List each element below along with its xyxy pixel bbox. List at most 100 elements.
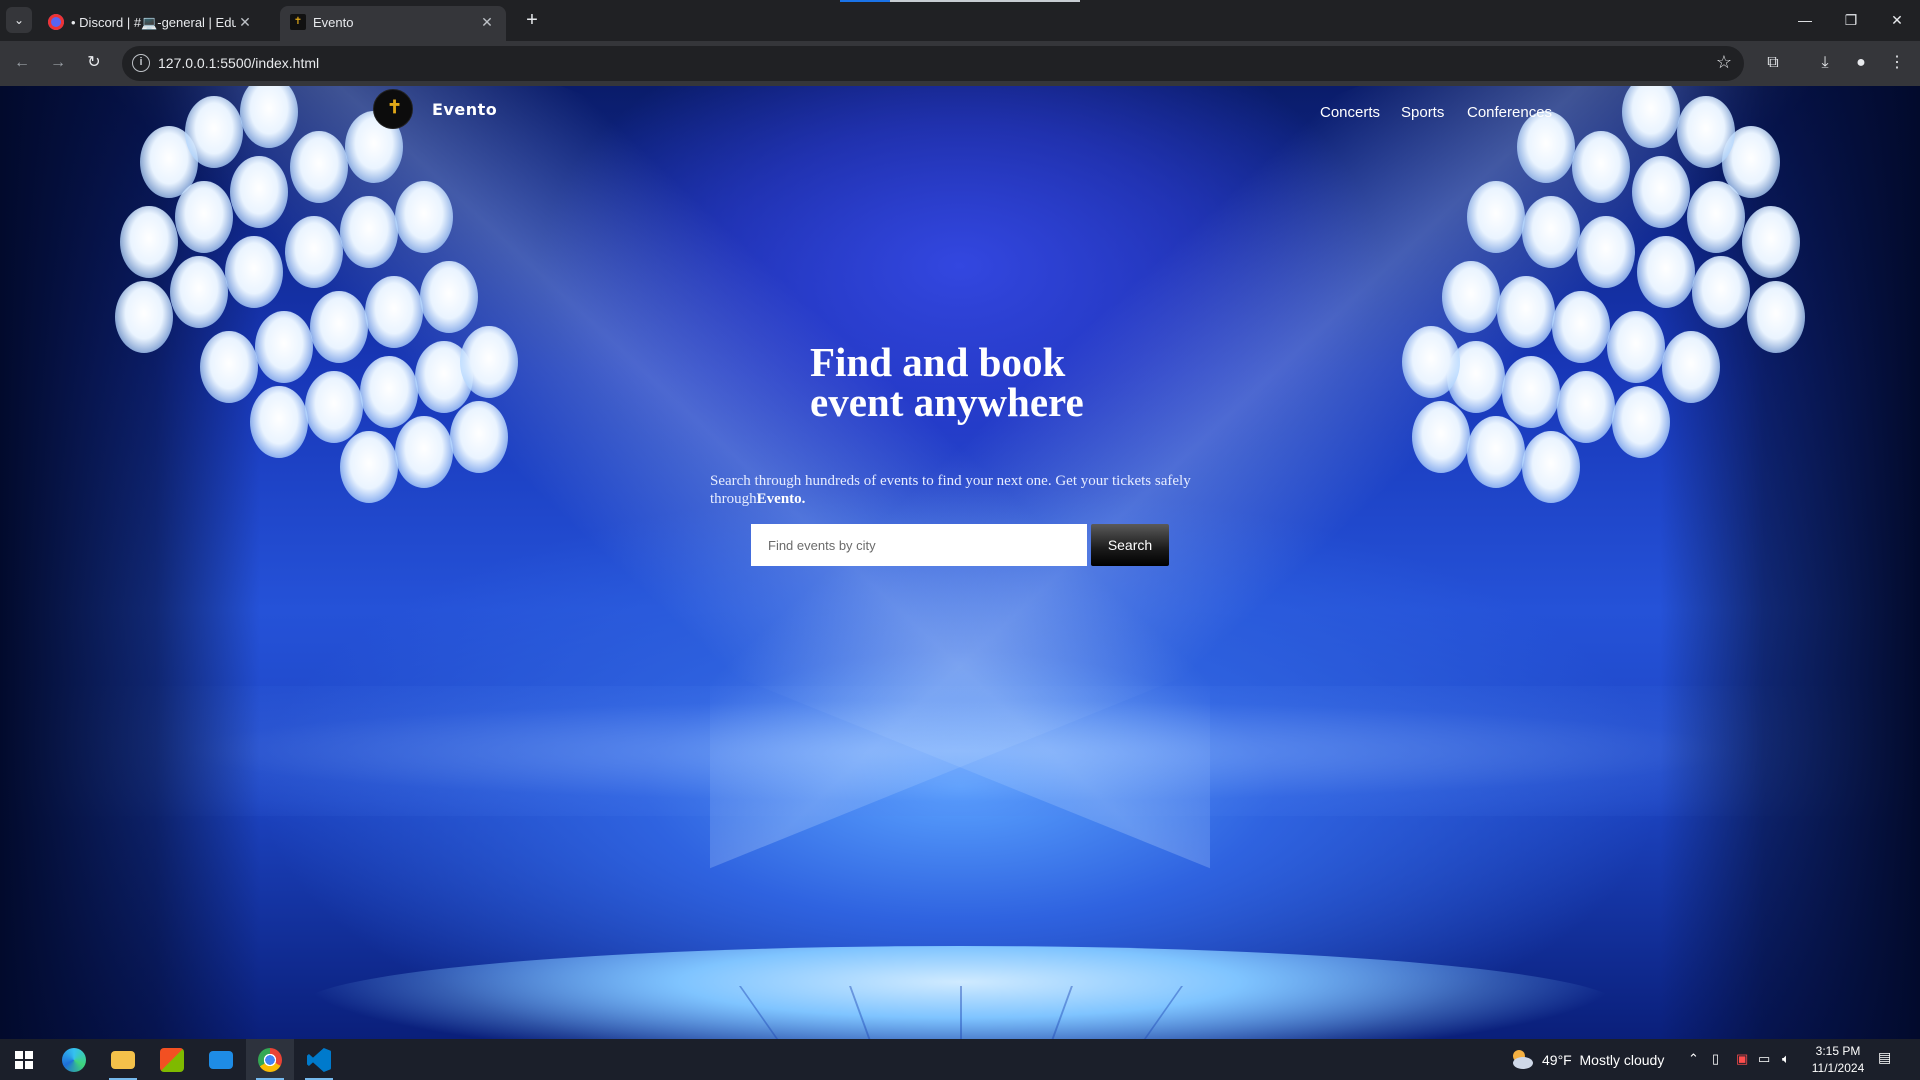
stadium-light — [225, 236, 283, 308]
stadium-light — [1402, 326, 1460, 398]
address-bar[interactable]: i 127.0.0.1:5500/index.html ☆ — [122, 46, 1744, 81]
tab-search-icon[interactable]: ⌄ — [6, 7, 32, 33]
close-window-icon[interactable]: ✕ — [1874, 0, 1920, 41]
minimize-icon[interactable]: — — [1782, 0, 1828, 41]
vscode-app[interactable] — [295, 1039, 343, 1080]
profile-icon[interactable]: ● — [1848, 50, 1874, 76]
tab-evento[interactable]: ✝ Evento ✕ — [280, 6, 506, 41]
stadium-light — [360, 356, 418, 428]
system-clock[interactable]: 3:15 PM 11/1/2024 — [1810, 1043, 1866, 1077]
window-controls: — ❐ ✕ — [1782, 0, 1920, 41]
stadium-light — [450, 401, 508, 473]
forward-icon[interactable]: → — [44, 49, 72, 77]
logo-cross-icon: ✝ — [387, 97, 403, 117]
extensions-icon[interactable]: ⧉ — [1760, 50, 1786, 76]
mail-app[interactable] — [197, 1039, 245, 1080]
volume-icon[interactable]: 🔈︎ — [1782, 1051, 1790, 1067]
tab-discord[interactable]: • Discord | #💻-general | Edute ✕ — [38, 6, 264, 41]
stadium-light — [175, 181, 233, 253]
weather-readout[interactable]: 49°F Mostly cloudy — [1542, 1052, 1664, 1068]
nav-sports[interactable]: Sports — [1401, 104, 1444, 121]
restore-icon[interactable]: ❐ — [1828, 0, 1874, 41]
stadium-light — [170, 256, 228, 328]
stadium-light — [1687, 181, 1745, 253]
nav-conferences[interactable]: Conferences — [1467, 104, 1552, 121]
site-info-icon[interactable]: i — [132, 54, 150, 72]
folder-icon — [111, 1051, 135, 1069]
stadium-light — [395, 416, 453, 488]
back-icon[interactable]: ← — [8, 49, 36, 77]
evento-favicon-icon: ✝ — [290, 14, 306, 30]
stadium-light — [1502, 356, 1560, 428]
floor-line — [960, 986, 962, 1039]
store-bag-icon — [160, 1048, 184, 1072]
tray-overflow-icon[interactable]: ⌃ — [1688, 1051, 1699, 1067]
stadium-light — [310, 291, 368, 363]
browser-toolbar: ← → ↻ i 127.0.0.1:5500/index.html ☆ ⧉ ⤓ … — [0, 41, 1920, 86]
city-search-input[interactable] — [751, 524, 1087, 566]
chrome-app[interactable] — [246, 1039, 294, 1080]
nav-concerts[interactable]: Concerts — [1320, 104, 1380, 121]
hero-subtitle-brand: Evento. — [756, 491, 806, 507]
browser-tab-strip: ⌄ • Discord | #💻-general | Edute ✕ ✝ Eve… — [0, 0, 1920, 41]
bookmark-star-icon[interactable]: ☆ — [1716, 52, 1732, 73]
stadium-light — [1442, 261, 1500, 333]
chrome-icon — [258, 1048, 282, 1072]
stadium-light — [290, 131, 348, 203]
hero-title-line-2: event anywhere — [810, 379, 1084, 425]
stadium-light — [200, 331, 258, 403]
stadium-light — [1522, 196, 1580, 268]
hero-title: Find and book event anywhere — [810, 342, 1170, 425]
stadium-light — [115, 281, 173, 353]
stadium-light — [460, 326, 518, 398]
reload-icon[interactable]: ↻ — [80, 49, 108, 77]
network-icon[interactable]: ▭ — [1758, 1051, 1770, 1067]
weather-temp: 49°F — [1542, 1052, 1572, 1068]
stadium-light — [1747, 281, 1805, 353]
stadium-light — [1632, 156, 1690, 228]
menu-kebab-icon[interactable]: ⋮ — [1884, 50, 1910, 76]
tray-security-icon[interactable]: ▣ — [1736, 1051, 1748, 1067]
stadium-light — [255, 311, 313, 383]
weather-condition: Mostly cloudy — [1579, 1052, 1665, 1068]
stadium-light — [230, 156, 288, 228]
stadium-light — [365, 276, 423, 348]
page-viewport: ✝ Evento Concerts Sports Conferences Fin… — [0, 86, 1920, 1039]
tray-device-icon[interactable]: ▯ — [1712, 1051, 1719, 1067]
store-app[interactable] — [148, 1039, 196, 1080]
new-tab-button[interactable]: + — [520, 8, 544, 32]
stadium-light — [1572, 131, 1630, 203]
clock-date: 11/1/2024 — [1811, 1061, 1865, 1075]
hero-subtitle: Search through hundreds of events to fin… — [710, 472, 1210, 508]
stadium-light — [285, 216, 343, 288]
stadium-light — [120, 206, 178, 278]
clock-time: 3:15 PM — [1815, 1044, 1861, 1058]
evento-logo[interactable]: ✝ — [373, 89, 413, 129]
notification-center-icon[interactable]: ▤ — [1878, 1049, 1900, 1069]
stadium-light — [1637, 236, 1695, 308]
close-tab-icon[interactable]: ✕ — [236, 13, 254, 31]
mail-envelope-icon — [209, 1051, 233, 1069]
url-text[interactable]: 127.0.0.1:5500/index.html — [158, 55, 319, 71]
stadium-light — [1742, 206, 1800, 278]
close-tab-icon[interactable]: ✕ — [478, 13, 496, 31]
weather-cloud-icon[interactable] — [1510, 1048, 1534, 1070]
stadium-light — [1467, 181, 1525, 253]
stadium-light — [1522, 431, 1580, 503]
start-button[interactable] — [0, 1039, 48, 1080]
file-explorer-app[interactable] — [99, 1039, 147, 1080]
download-icon[interactable]: ⤓ — [1812, 50, 1838, 76]
stadium-light — [1412, 401, 1470, 473]
edge-app[interactable] — [50, 1039, 98, 1080]
stadium-light — [1557, 371, 1615, 443]
stadium-light — [1692, 256, 1750, 328]
search-button[interactable]: Search — [1091, 524, 1169, 566]
loading-strip-accent — [840, 0, 890, 2]
vscode-icon — [307, 1048, 331, 1072]
windows-taskbar: 49°F Mostly cloudy ⌃ ▯ ▣ ▭ 🔈︎ 3:15 PM 11… — [0, 1039, 1920, 1080]
windows-logo-icon — [15, 1051, 33, 1069]
stadium-light — [305, 371, 363, 443]
brand-name[interactable]: Evento — [432, 100, 497, 119]
stadium-light — [395, 181, 453, 253]
tab-title: Evento — [313, 15, 354, 30]
